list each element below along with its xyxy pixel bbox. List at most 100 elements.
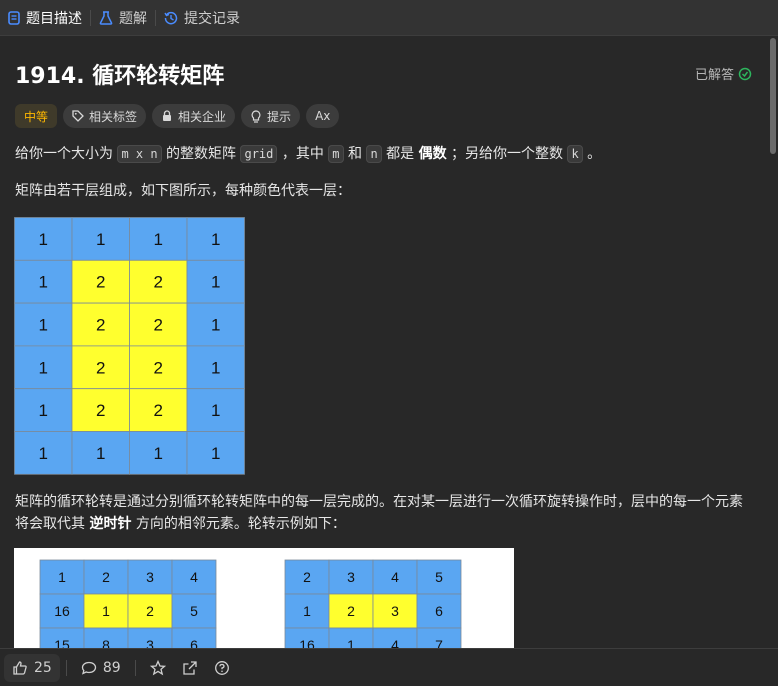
flask-icon — [99, 10, 113, 25]
matrix-cell-value: 1 — [211, 315, 220, 334]
matrix-cell-value: 3 — [347, 569, 355, 585]
matrix-cell-value: 1 — [154, 444, 163, 463]
like-button[interactable]: 25 — [4, 653, 60, 682]
divider — [65, 659, 67, 676]
related-companies-button[interactable]: 相关企业 — [152, 104, 236, 128]
problem-title: 1914. 循环轮转矩阵 — [15, 64, 225, 89]
difficulty-badge[interactable]: 中等 — [15, 104, 58, 128]
hint-label: 提示 — [267, 109, 292, 124]
matrix-cell-value: 2 — [154, 401, 163, 420]
text: 给你一个大小为 — [15, 146, 113, 162]
rotation-example-svg: 1 2 3 4 16 1 2 5 15 8 3 6 2 3 4 5 1 2 3 6 16 1 4 7 — [39, 559, 462, 648]
matrix-cell-value: 2 — [96, 273, 105, 292]
matrix-cell-value: 2 — [96, 315, 105, 334]
matrix-cell-value: 15 — [54, 637, 70, 648]
matrix-cell-value: 2 — [347, 603, 355, 619]
inline-code: m — [328, 145, 344, 163]
matrix-cell-value: 1 — [211, 230, 220, 249]
matrix-cell-value: 2 — [154, 358, 163, 377]
scrollbar[interactable] — [770, 38, 776, 154]
comments-button[interactable]: 89 — [73, 654, 129, 682]
matrix-cell-value: 1 — [347, 637, 355, 648]
inline-code: grid — [240, 145, 278, 163]
matrix-cell-value: 1 — [211, 444, 220, 463]
rotation-example-figure: 1 2 3 4 16 1 2 5 15 8 3 6 2 3 4 5 1 2 3 6 16 1 4 7 — [14, 548, 514, 648]
history-icon — [164, 11, 178, 24]
help-button[interactable] — [206, 654, 238, 682]
matrix-cell-value: 1 — [154, 230, 163, 249]
matrix-cell-value: 1 — [211, 273, 220, 292]
thumbs-up-icon — [13, 660, 27, 675]
matrix-cell-value: 1 — [39, 273, 48, 292]
text: 的整数矩阵 — [166, 146, 237, 162]
matrix-cell-value: 1 — [96, 230, 105, 249]
matrix-cell-value: 1 — [211, 358, 220, 377]
matrix-cell-value: 2 — [146, 603, 154, 619]
matrix-cell-value: 6 — [190, 637, 198, 648]
tab-solutions[interactable]: 题解 — [91, 0, 155, 35]
hint-button[interactable]: 提示 — [241, 104, 301, 128]
check-circle-icon — [738, 67, 752, 80]
share-button[interactable] — [174, 654, 206, 682]
favorite-button[interactable] — [142, 654, 174, 682]
description-paragraph-3: 矩阵的循环轮转是通过分别循环轮转矩阵中的每一层完成的。在对某一层进行一次循环旋转… — [15, 491, 750, 535]
matrix-cell-value: 16 — [299, 637, 315, 648]
bottom-action-bar: 25 89 — [0, 648, 778, 686]
like-count: 25 — [34, 659, 52, 676]
matrix-cell-value: 2 — [96, 401, 105, 420]
matrix-cell-value: 1 — [39, 358, 48, 377]
tab-description[interactable]: 题目描述 — [0, 0, 90, 35]
matrix-cell-value: 1 — [39, 230, 48, 249]
question-circle-icon — [214, 660, 229, 675]
matrix-cell-value: 4 — [391, 569, 399, 585]
document-icon — [8, 10, 20, 25]
inline-code: n — [366, 145, 382, 163]
matrix-cell-value: 2 — [154, 273, 163, 292]
matrix-cell-value: 4 — [391, 637, 399, 648]
comment-icon — [81, 661, 96, 675]
tab-submissions[interactable]: 提交记录 — [156, 0, 248, 35]
text: ，其中 — [281, 146, 324, 162]
matrix-cell-value: 1 — [102, 603, 110, 619]
tag-icon — [72, 110, 84, 122]
text: ；另给你一个整数 — [451, 146, 564, 162]
solved-status: 已解答 — [695, 64, 752, 83]
tab-label: 题目描述 — [26, 10, 82, 27]
matrix-cell-value: 5 — [435, 569, 443, 585]
difficulty-label: 中等 — [24, 109, 49, 124]
related-companies-label: 相关企业 — [178, 109, 227, 124]
comment-count: 89 — [102, 659, 121, 676]
text: 和 — [347, 146, 362, 162]
text: 都是 — [386, 146, 415, 162]
star-icon — [149, 659, 166, 675]
translate-button[interactable]: A‍x — [306, 104, 340, 128]
text: 方向的相邻元素。轮转示例如下： — [135, 516, 346, 532]
matrix-cell-value: 3 — [391, 603, 399, 619]
share-icon — [183, 660, 197, 675]
inline-code: k — [567, 145, 583, 163]
description-paragraph-2: 矩阵由若干层组成，如下图所示，每种颜色代表一层： — [15, 183, 351, 199]
bold-text: 偶数 — [418, 146, 447, 162]
matrix-cell-value: 4 — [190, 569, 198, 585]
matrix-cell-value: 16 — [54, 603, 70, 619]
lock-icon — [163, 110, 172, 121]
matrix-cell-value: 1 — [96, 444, 105, 463]
matrix-cell-value: 1 — [39, 401, 48, 420]
top-tab-bar: 题目描述 题解 提交记录 — [0, 0, 778, 36]
layer-matrix-figure: 1 1 1 1 1 2 2 1 1 2 2 1 1 2 2 1 1 2 2 1 1 1 1 1 — [14, 217, 245, 475]
matrix-cell-value: 2 — [102, 569, 110, 585]
text: 。 — [587, 146, 602, 162]
matrix-cell-value: 3 — [146, 637, 154, 648]
matrix-cell-value: 6 — [435, 603, 443, 619]
inline-code: m x n — [117, 145, 162, 163]
matrix-cell-value: 3 — [146, 569, 154, 585]
matrix-cell-value: 1 — [39, 315, 48, 334]
tab-label: 题解 — [119, 10, 147, 27]
matrix-cell-value: 1 — [211, 401, 220, 420]
matrix-cell-value: 1 — [303, 603, 311, 619]
matrix-cell-value: 8 — [102, 637, 110, 648]
matrix-cell-value: 1 — [39, 444, 48, 463]
related-tags-button[interactable]: 相关标签 — [63, 104, 147, 128]
related-tags-label: 相关标签 — [89, 109, 138, 124]
bold-text: 逆时针 — [89, 516, 132, 532]
